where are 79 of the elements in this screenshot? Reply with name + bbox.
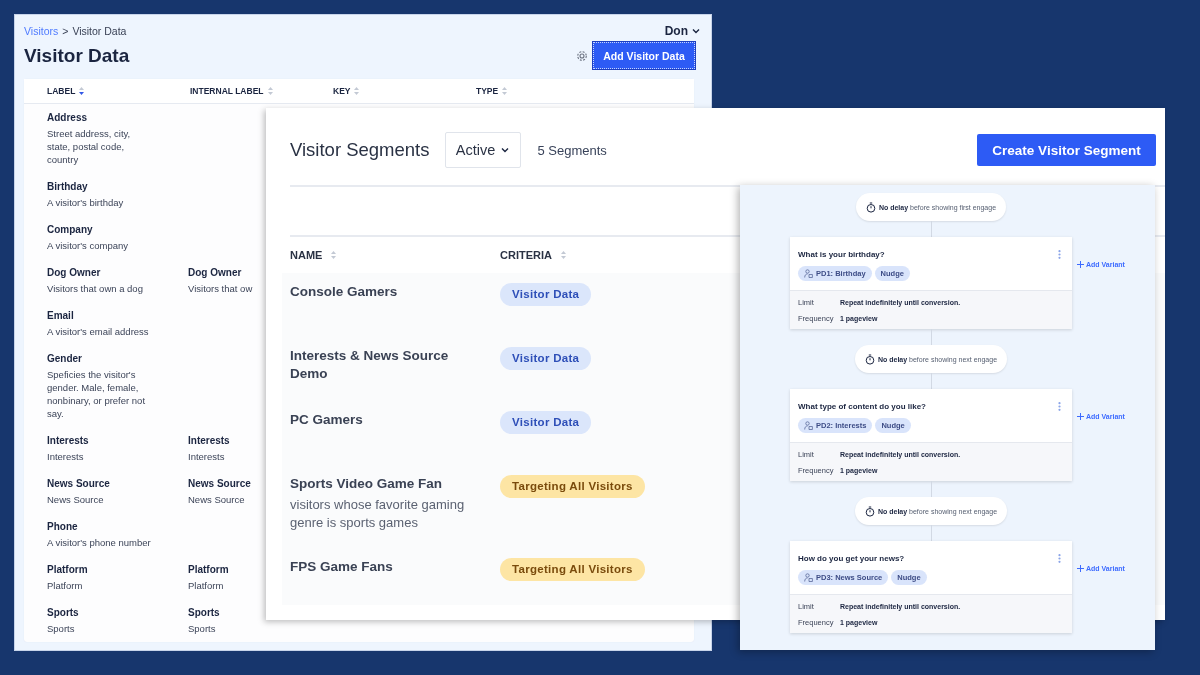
- description-text: News Source: [47, 493, 104, 506]
- breadcrumb-link[interactable]: Visitors: [24, 25, 59, 37]
- label-text: Interests: [47, 434, 89, 448]
- user-card-icon: [804, 421, 813, 430]
- criteria-badge: Visitor Data: [500, 347, 592, 370]
- internal-label-text: Interests: [188, 434, 230, 448]
- status-dropdown[interactable]: Active: [444, 132, 521, 168]
- internal-description-text: Visitors that ow: [188, 282, 253, 295]
- internal-description-text: Platform: [188, 579, 224, 592]
- criteria-badge: Targeting All Visitors: [500, 475, 645, 498]
- kebab-menu-icon[interactable]: [1058, 402, 1061, 411]
- plus-icon: [1077, 413, 1084, 420]
- column-header[interactable]: INTERNAL LABEL: [190, 86, 264, 96]
- question-title: What is your birthday?: [798, 250, 885, 259]
- user-card-icon: [804, 573, 813, 582]
- label-text: Phone: [47, 520, 78, 534]
- plus-icon: [1077, 565, 1084, 572]
- label-text: Address: [47, 111, 87, 125]
- column-header[interactable]: TYPE: [476, 86, 499, 96]
- label-text: Platform: [47, 563, 88, 577]
- label-text: Email: [47, 309, 74, 323]
- segment-name[interactable]: Interests & News Source Demo: [290, 347, 480, 383]
- description-text: A visitor's birthday: [47, 196, 124, 209]
- segment-name[interactable]: FPS Game Fans: [290, 558, 393, 576]
- user-menu[interactable]: Don: [664, 24, 700, 38]
- question-title: What type of content do you like?: [798, 402, 926, 411]
- description-text: Interests: [47, 450, 84, 463]
- label-text: Dog Owner: [47, 266, 101, 280]
- segment-description: visitors whose favorite gaming genre is sports games: [290, 496, 466, 532]
- internal-label-text: Dog Owner: [188, 266, 242, 280]
- internal-description-text: News Source: [188, 493, 245, 506]
- create-segment-button[interactable]: Create Visitor Segment: [977, 134, 1156, 166]
- kebab-menu-icon[interactable]: [1058, 554, 1061, 563]
- description-text: Street address, city, state, postal code, country: [47, 127, 132, 166]
- segment-name[interactable]: Sports Video Game Fan: [290, 475, 443, 493]
- internal-label-text: Sports: [188, 606, 220, 620]
- label-text: Gender: [47, 352, 82, 366]
- column-header[interactable]: LABEL: [47, 86, 76, 96]
- internal-description-text: Interests: [188, 450, 225, 463]
- criteria-badge: Targeting All Visitors: [500, 558, 645, 581]
- criteria-badge: Visitor Data: [500, 411, 592, 434]
- description-text: A visitor's email address: [47, 325, 149, 338]
- chevron-down-icon: [501, 147, 510, 153]
- label-text: Birthday: [47, 180, 88, 194]
- internal-description-text: Sports: [188, 622, 216, 635]
- user-card-icon: [804, 269, 813, 278]
- label-text: Company: [47, 223, 93, 237]
- sort-icon: [559, 250, 567, 260]
- segment-count: 5 Segments: [537, 142, 607, 158]
- segment-name[interactable]: PC Gamers: [290, 411, 363, 429]
- column-header[interactable]: KEY: [333, 86, 351, 96]
- column-header[interactable]: NAME: [290, 249, 323, 261]
- description-text: Speficies the visitor's gender. Male, female, nonbinary, or prefer not say.: [47, 368, 147, 420]
- description-text: Platform: [47, 579, 83, 592]
- settings-icon[interactable]: [576, 49, 588, 62]
- description-text: Visitors that own a dog: [47, 282, 143, 295]
- column-header[interactable]: CRITERIA: [500, 249, 552, 261]
- page-title: Visitor Segments: [290, 139, 430, 161]
- plus-icon: [1077, 261, 1084, 268]
- sort-icon: [330, 250, 338, 260]
- stopwatch-icon: [865, 201, 876, 213]
- page-title: Visitor Data: [24, 44, 130, 67]
- kebab-menu-icon[interactable]: [1058, 250, 1061, 259]
- add-visitor-data-button[interactable]: Add Visitor Data: [593, 42, 695, 69]
- label-text: News Source: [47, 477, 110, 491]
- breadcrumb-separator: >: [62, 25, 69, 37]
- chevron-down-icon: [692, 28, 700, 34]
- stopwatch-icon: [864, 353, 875, 365]
- description-text: A visitor's phone number: [47, 536, 151, 549]
- criteria-badge: Visitor Data: [500, 283, 592, 306]
- description-text: Sports: [47, 622, 75, 635]
- segment-name[interactable]: Console Gamers: [290, 283, 398, 301]
- internal-label-text: Platform: [188, 563, 229, 577]
- internal-label-text: News Source: [188, 477, 251, 491]
- question-title: How do you get your news?: [798, 554, 905, 563]
- breadcrumb-current: Visitor Data: [72, 25, 127, 37]
- label-text: Sports: [47, 606, 79, 620]
- stopwatch-icon: [864, 505, 875, 517]
- description-text: A visitor's company: [47, 239, 128, 252]
